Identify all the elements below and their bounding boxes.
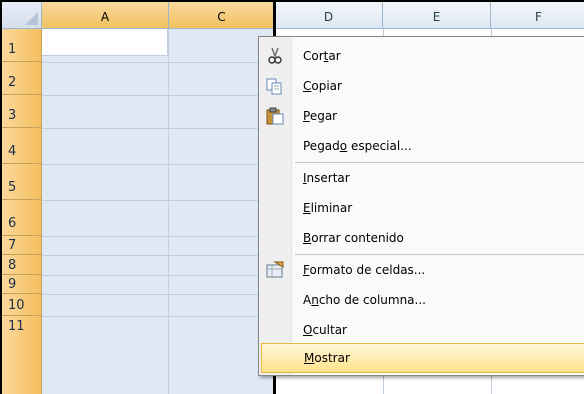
select-all-triangle-icon (25, 12, 38, 25)
menu-item-pegar[interactable]: Pegar (259, 101, 584, 131)
row-header-7[interactable]: 7 (2, 236, 42, 255)
row-number: 1 (8, 42, 17, 57)
row-header-1[interactable]: 1 (2, 29, 42, 62)
row-number: 7 (8, 238, 17, 253)
column-header-d[interactable]: D (275, 2, 383, 28)
menu-item-label: Copiar (303, 79, 342, 93)
scissors-icon (268, 47, 282, 64)
menu-item-cortar[interactable]: Cortar (259, 41, 584, 71)
row-number: 2 (8, 75, 17, 90)
active-cell-a1[interactable] (42, 29, 168, 56)
row-header-9[interactable]: 9 (2, 275, 42, 294)
menu-item-borrar-contenido[interactable]: Borrar contenido (259, 223, 584, 253)
row-number: 3 (8, 108, 17, 123)
menu-item-pegado-especial[interactable]: Pegado especial... (259, 131, 584, 161)
menu-item-label: Cortar (303, 49, 341, 63)
menu-item-label: Eliminar (303, 201, 353, 215)
column-header-a[interactable]: A (42, 2, 169, 28)
row-number: 9 (8, 277, 17, 292)
menu-item-ocultar[interactable]: Ocultar (259, 315, 584, 345)
row-header-5[interactable]: 5 (2, 164, 42, 200)
menu-item-eliminar[interactable]: Eliminar (259, 193, 584, 223)
row-number: 8 (8, 258, 17, 273)
menu-item-label: Ancho de columna... (303, 293, 426, 307)
menu-item-label: Ocultar (303, 323, 347, 337)
select-all-button[interactable] (2, 2, 42, 28)
row-number: 5 (8, 180, 17, 195)
row-number: 10 (8, 298, 25, 313)
row-number: 4 (8, 144, 17, 159)
column-header-e[interactable]: E (383, 2, 491, 28)
column-header-c[interactable]: C (169, 2, 275, 28)
menu-item-formato-de-celdas[interactable]: Formato de celdas... (259, 255, 584, 285)
format-cells-icon (266, 261, 284, 278)
menu-item-mostrar[interactable]: Mostrar (261, 343, 584, 373)
selected-columns-band (42, 29, 275, 394)
menu-item-label: Pegar (303, 109, 338, 123)
column-header-f[interactable]: F (491, 2, 584, 28)
row-header-6[interactable]: 6 (2, 200, 42, 236)
menu-item-label: Mostrar (304, 351, 350, 365)
row-header-10[interactable]: 10 (2, 294, 42, 316)
copy-icon (266, 78, 282, 95)
paste-icon (266, 107, 284, 125)
menu-item-label: Borrar contenido (303, 231, 404, 245)
row-number: 6 (8, 216, 17, 231)
row-header-3[interactable]: 3 (2, 95, 42, 128)
row-header-8[interactable]: 8 (2, 255, 42, 275)
menu-item-ancho-de-columna[interactable]: Ancho de columna... (259, 285, 584, 315)
row-number: 11 (8, 319, 25, 334)
row-header-4[interactable]: 4 (2, 128, 42, 164)
menu-item-insertar[interactable]: Insertar (259, 163, 584, 193)
row-header-2[interactable]: 2 (2, 62, 42, 95)
menu-item-copiar[interactable]: Copiar (259, 71, 584, 101)
row-header-11[interactable]: 11 (2, 316, 42, 394)
menu-item-label: Pegado especial... (303, 139, 412, 153)
menu-item-label: Insertar (303, 171, 350, 185)
column-header-row: A C D E F (2, 2, 584, 29)
spreadsheet-window: A C D E F 1 2 3 4 5 6 7 8 9 10 11 Cortar… (0, 0, 584, 394)
menu-item-label: Formato de celdas... (303, 263, 426, 277)
context-menu: Cortar Copiar Pegar Pegado especial... I… (258, 36, 584, 376)
column-gridline (168, 29, 169, 394)
